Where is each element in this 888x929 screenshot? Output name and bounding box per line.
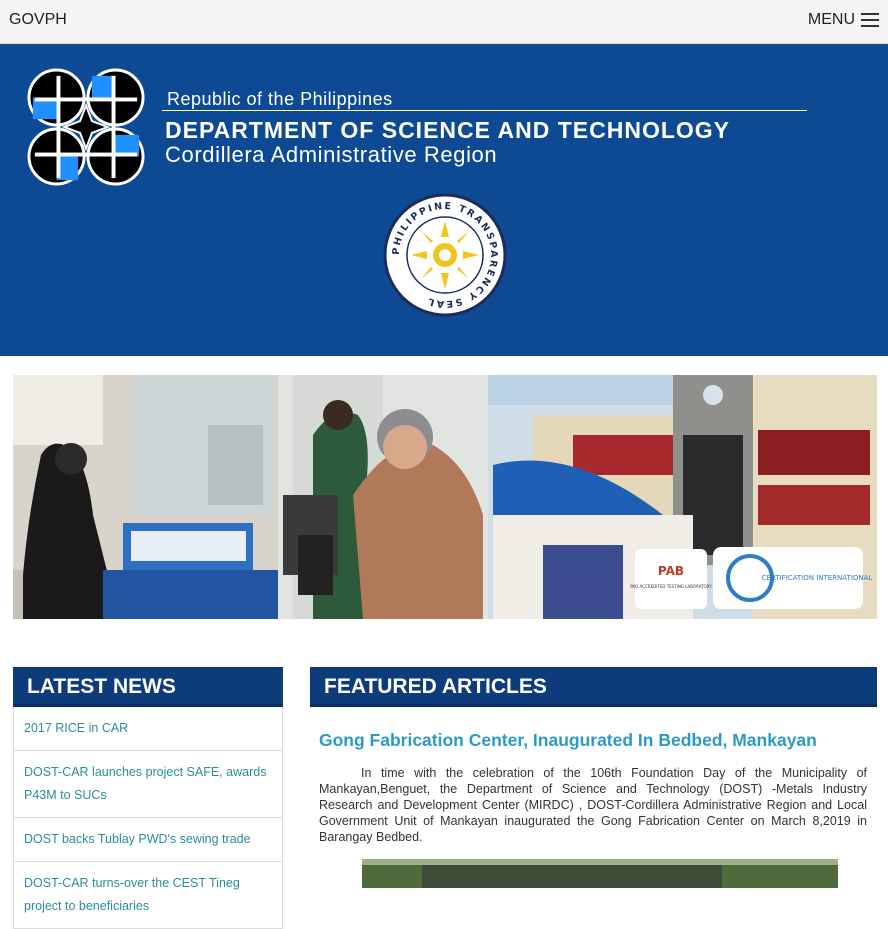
article-title-link[interactable]: Gong Fabrication Center, Inaugurated In … bbox=[319, 730, 817, 751]
svg-text:PAB: PAB bbox=[658, 564, 684, 578]
certification-badge-text: CERTIFICATION INTERNATIONAL bbox=[762, 574, 873, 582]
featured-articles-header: FEATURED ARTICLES bbox=[310, 667, 877, 707]
department-title: DEPARTMENT OF SCIENCE AND TECHNOLOGY bbox=[165, 117, 731, 143]
republic-label: Republic of the Philippines bbox=[167, 89, 393, 109]
pao-badge-text: PAO ACCREDITED TESTING LABORATORY bbox=[630, 584, 712, 589]
menu-label: MENU bbox=[807, 11, 855, 28]
latest-news-header: LATEST NEWS bbox=[13, 667, 283, 707]
news-item[interactable]: 2017 RICE in CAR bbox=[13, 707, 283, 751]
article-image[interactable] bbox=[362, 859, 838, 888]
hero-image: PAB PAO ACCREDITED TESTING LABORATORY CE… bbox=[13, 375, 877, 619]
dost-logo[interactable] bbox=[27, 68, 145, 186]
govph-link[interactable]: GOVPH bbox=[9, 11, 67, 29]
region-subtitle: Cordillera Administrative Region bbox=[165, 142, 498, 167]
header-banner: Republic of the Philippines DEPARTMENT O… bbox=[0, 44, 888, 356]
hero-photo-collage: PAB PAO ACCREDITED TESTING LABORATORY CE… bbox=[13, 375, 877, 619]
article-photo bbox=[362, 859, 838, 888]
news-item[interactable]: DOST backs Tublay PWD's sewing trade bbox=[13, 818, 283, 862]
transparency-seal-icon[interactable]: PHILIPPINE TRANSPARENCY SEAL bbox=[383, 193, 507, 317]
news-item[interactable]: DOST-CAR turns-over the CEST Tineg proje… bbox=[13, 862, 283, 929]
latest-news-list: 2017 RICE in CAR DOST-CAR launches proje… bbox=[13, 707, 283, 929]
top-bar: GOVPH MENU bbox=[0, 0, 888, 44]
news-item[interactable]: DOST-CAR launches project SAFE, awards P… bbox=[13, 751, 283, 818]
header-divider bbox=[162, 110, 807, 111]
article-body: In time with the celebration of the 106t… bbox=[319, 766, 867, 844]
menu-button[interactable]: MENU bbox=[808, 11, 879, 29]
hamburger-icon bbox=[861, 13, 879, 27]
